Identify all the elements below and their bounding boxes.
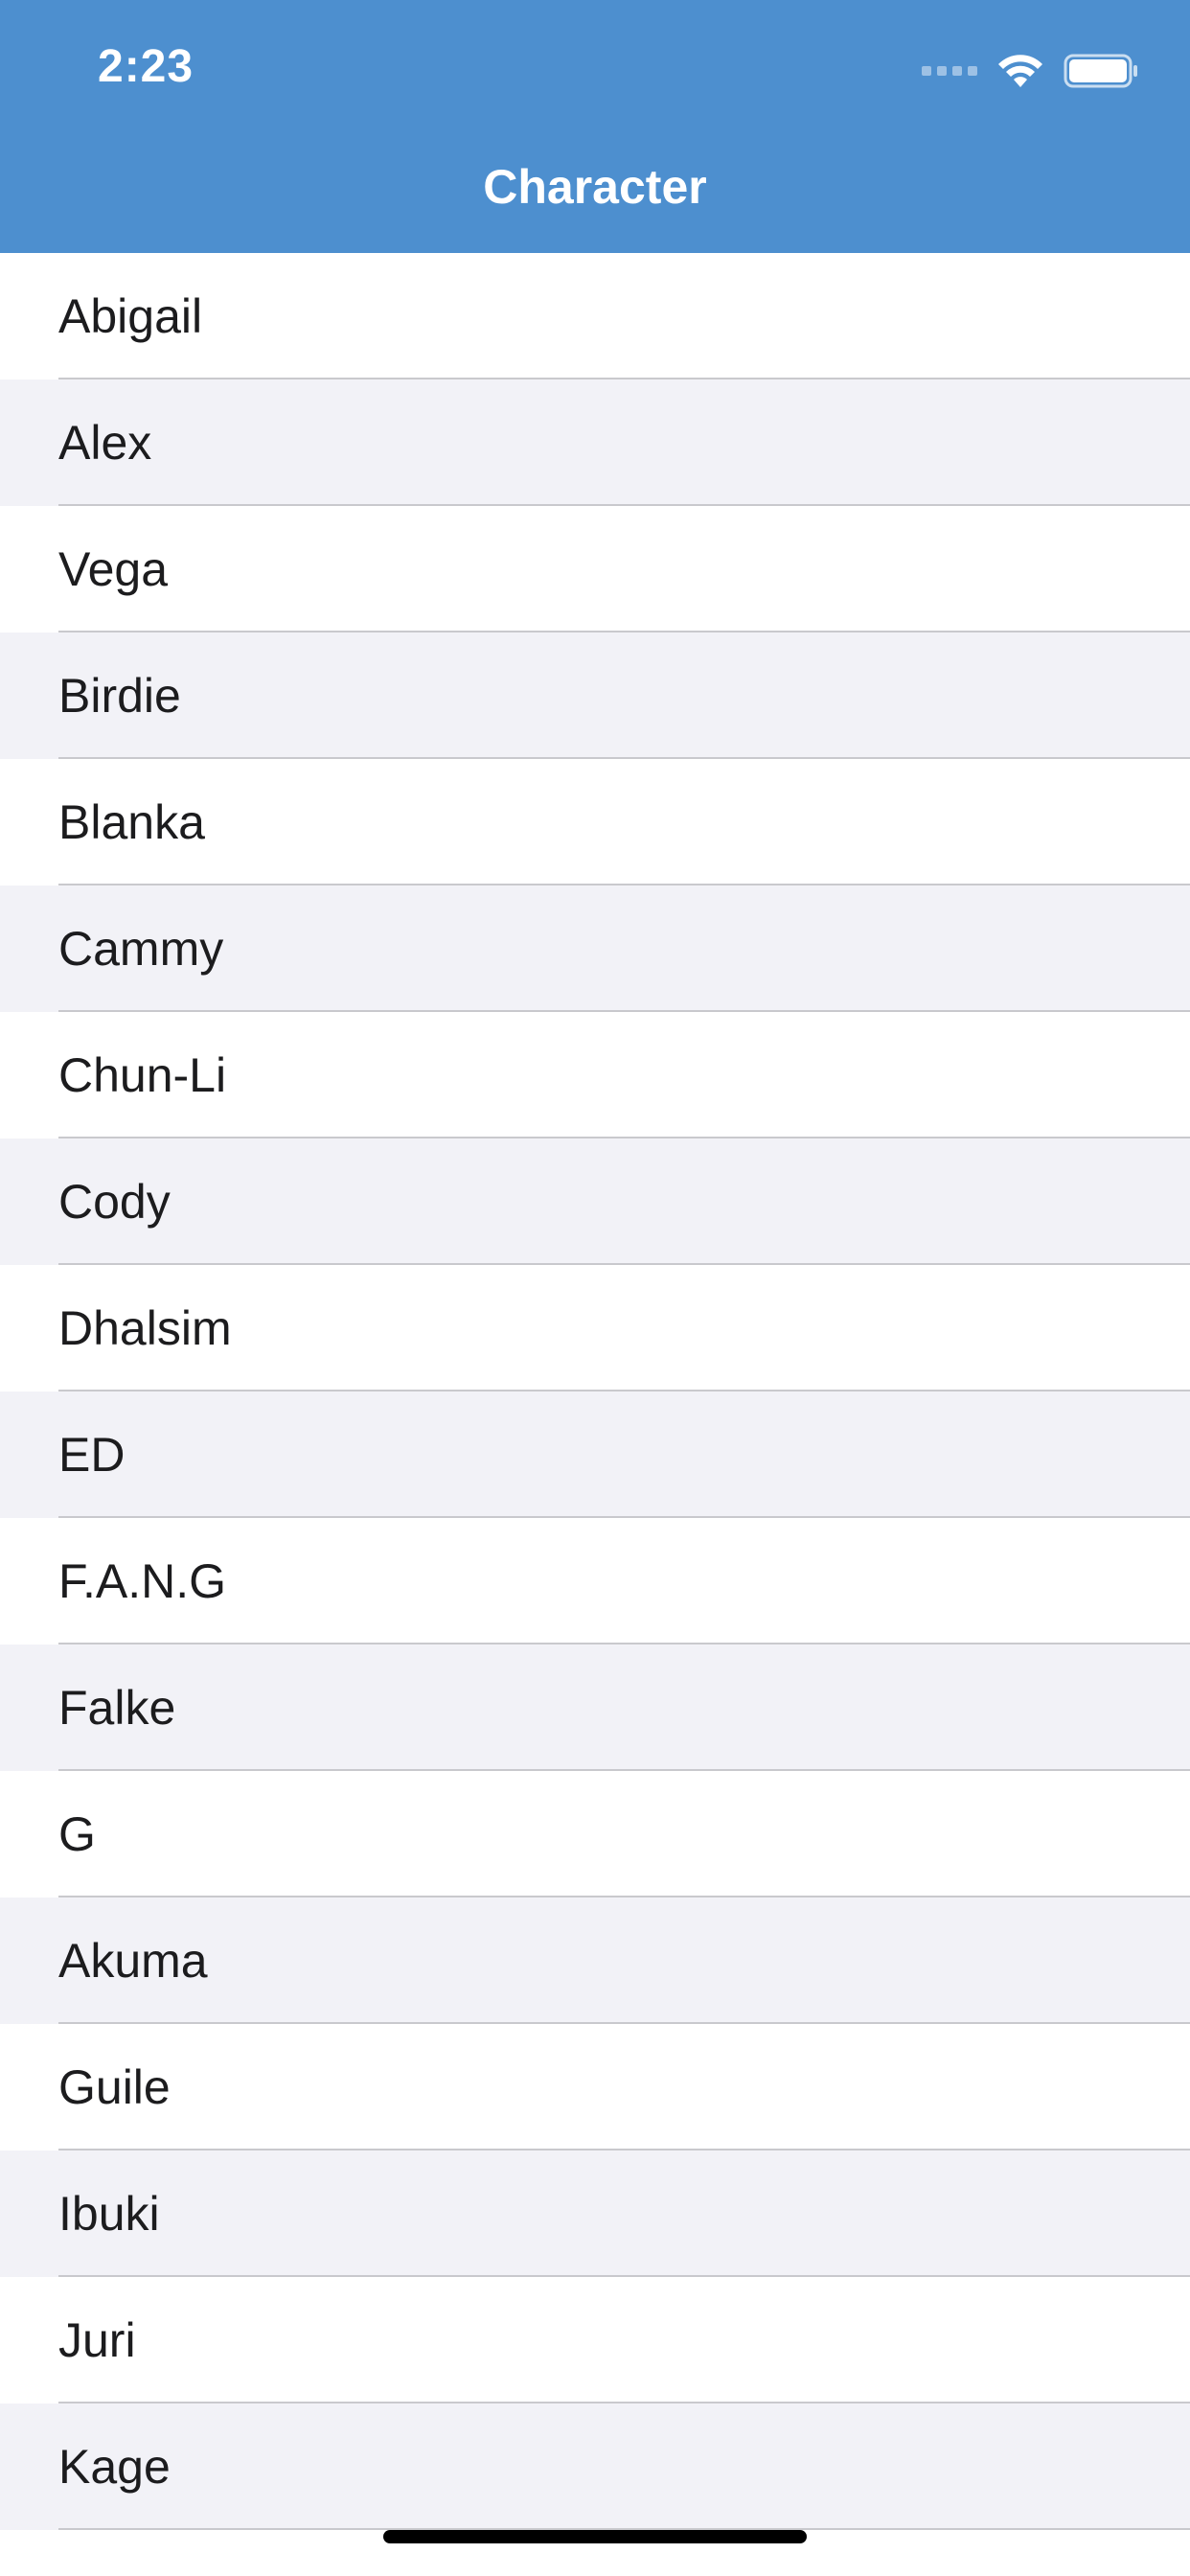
list-item[interactable]: Falke xyxy=(0,1644,1190,1771)
list-item[interactable]: Birdie xyxy=(0,632,1190,759)
battery-icon xyxy=(1064,54,1137,88)
list-item-label: Abigail xyxy=(58,289,203,343)
list-item-label: Birdie xyxy=(58,669,181,723)
list-item[interactable]: Cody xyxy=(0,1138,1190,1265)
list-item-label: Guile xyxy=(58,2060,171,2114)
list-item-label: Akuma xyxy=(58,1934,208,1988)
list-item[interactable]: Dhalsim xyxy=(0,1265,1190,1392)
list-item-label: Vega xyxy=(58,542,169,596)
list-item-label: Cammy xyxy=(58,922,224,976)
app-screen: 2:23 Character Abigail Alex Vega Birdie Blan… xyxy=(0,0,1190,2576)
list-item[interactable]: Guile xyxy=(0,2024,1190,2150)
list-item-label: Ibuki xyxy=(58,2187,160,2241)
list-item-label: Blanka xyxy=(58,795,205,849)
status-icons xyxy=(922,50,1140,92)
list-item[interactable]: Ibuki xyxy=(0,2150,1190,2277)
list-item[interactable]: Cammy xyxy=(0,886,1190,1012)
cellular-signal-icon xyxy=(922,66,977,76)
list-item-label: Alex xyxy=(58,416,152,470)
list-item-label: Falke xyxy=(58,1681,176,1735)
list-item-label: Cody xyxy=(58,1175,171,1229)
list-item[interactable]: Abigail xyxy=(0,253,1190,380)
list-item-label: ED xyxy=(58,1428,126,1482)
list-item-label: Juri xyxy=(58,2313,136,2367)
list-item[interactable]: F.A.N.G xyxy=(0,1518,1190,1644)
list-item-label: Dhalsim xyxy=(58,1301,232,1355)
list-item[interactable]: Blanka xyxy=(0,759,1190,886)
list-item-label: Chun-Li xyxy=(58,1048,227,1102)
list-item-label: G xyxy=(58,1807,96,1861)
list-item[interactable]: Vega xyxy=(0,506,1190,632)
wifi-icon xyxy=(998,55,1042,87)
navigation-header: 2:23 Character xyxy=(0,0,1190,253)
list-item[interactable]: Alex xyxy=(0,380,1190,506)
list-item[interactable]: Akuma xyxy=(0,1898,1190,2024)
list-item-label: F.A.N.G xyxy=(58,1554,227,1608)
status-time: 2:23 xyxy=(98,41,195,92)
list-item[interactable]: ED xyxy=(0,1392,1190,1518)
list-item-label: Kage xyxy=(58,2440,171,2494)
list-item[interactable]: Juri xyxy=(0,2277,1190,2404)
home-indicator[interactable] xyxy=(383,2530,807,2543)
list-item[interactable]: Chun-Li xyxy=(0,1012,1190,1138)
character-list: Abigail Alex Vega Birdie Blanka Cammy Chun-Li C… xyxy=(0,253,1190,2530)
list-item[interactable]: G xyxy=(0,1771,1190,1898)
page-title: Character xyxy=(483,160,707,214)
list-item[interactable]: Kage xyxy=(0,2404,1190,2530)
